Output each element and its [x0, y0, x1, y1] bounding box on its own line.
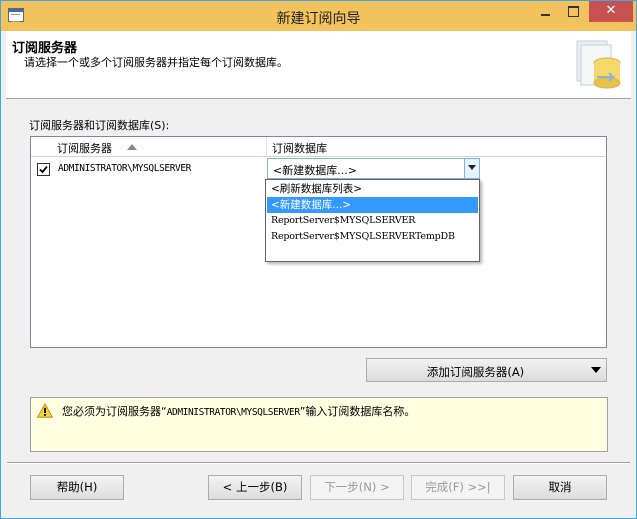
dropdown-option-refresh[interactable]: <刷新数据库列表> [267, 181, 478, 197]
sort-ascending-icon [127, 144, 137, 150]
database-select-value: <新建数据库...> [273, 164, 357, 177]
subscriber-name: ADMINISTRATOR\MYSQLSERVER [58, 163, 191, 174]
help-button[interactable]: 帮助(H) [30, 475, 124, 500]
close-button[interactable]: ✕ [589, 1, 633, 22]
next-button[interactable]: 下一步(N) > [310, 475, 404, 500]
cancel-button[interactable]: 取消 [513, 475, 607, 500]
maximize-button[interactable] [559, 1, 587, 22]
finish-button[interactable]: 完成(F) >>| [411, 475, 505, 500]
column-header-subscriber-label: 订阅服务器 [57, 142, 112, 155]
title-bar: 新建订阅向导 ✕ [1, 1, 636, 31]
message-text: 您必须为订阅服务器“ADMINISTRATOR\MYSQLSERVER”输入订阅… [62, 403, 415, 419]
chevron-down-icon[interactable] [464, 159, 479, 178]
dropdown-option-new-database[interactable]: <新建数据库...> [267, 197, 478, 213]
warning-icon [37, 403, 53, 418]
dropdown-option-reportserver[interactable]: ReportServer$MYSQLSERVER [267, 213, 478, 229]
subscriber-checkbox[interactable] [37, 163, 50, 176]
dropdown-arrow-icon [591, 367, 601, 373]
column-header-database[interactable]: 订阅数据库 [268, 137, 606, 157]
message-server: ADMINISTRATOR\MYSQLSERVER [166, 407, 300, 418]
column-header-database-label: 订阅数据库 [272, 142, 327, 155]
database-dropdown-list: <刷新数据库列表> <新建数据库...> ReportServer$MYSQLS… [265, 179, 480, 262]
back-button[interactable]: < 上一步(B) [208, 475, 302, 500]
database-select[interactable]: <新建数据库...> [267, 158, 480, 179]
add-subscriber-label: 添加订阅服务器(A) [426, 365, 525, 379]
page-subtitle: 请选择一个或多个订阅服务器并指定每个订阅数据库。 [24, 56, 288, 69]
dropdown-option-reportserver-tempdb[interactable]: ReportServer$MYSQLSERVERTempDB [267, 229, 478, 245]
wizard-window: 新建订阅向导 ✕ 订阅服务器 请选择一个或多个订阅服务器并指定每个订阅数据库。 … [0, 0, 637, 519]
message-suffix: ”输入订阅数据库名称。 [299, 405, 416, 418]
add-subscriber-button[interactable]: 添加订阅服务器(A) [366, 358, 607, 382]
database-server-icon [576, 40, 621, 89]
grid-label: 订阅服务器和订阅数据库(S): [29, 119, 170, 132]
checkmark-icon [39, 165, 48, 174]
validation-message: 您必须为订阅服务器“ADMINISTRATOR\MYSQLSERVER”输入订阅… [30, 397, 608, 452]
wizard-header: 订阅服务器 请选择一个或多个订阅服务器并指定每个订阅数据库。 [6, 31, 631, 99]
table-row: ADMINISTRATOR\MYSQLSERVER <新建数据库...> [31, 158, 606, 180]
column-header-subscriber[interactable]: 订阅服务器 [31, 137, 267, 157]
grid-header: 订阅服务器 订阅数据库 [31, 137, 606, 157]
footer-divider [7, 462, 630, 464]
minimize-button[interactable] [531, 1, 559, 22]
message-prefix: 您必须为订阅服务器“ [62, 405, 167, 418]
